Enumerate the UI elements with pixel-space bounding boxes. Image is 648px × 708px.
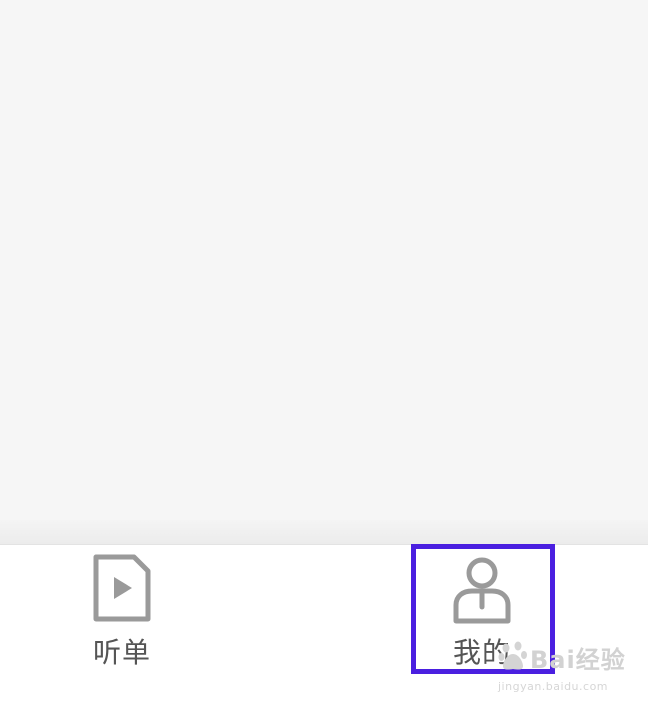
play-document-icon (93, 554, 151, 622)
user-profile-icon (453, 557, 511, 624)
tab-listen-label: 听单 (92, 636, 151, 669)
bottom-tab-bar: 听单 我的 (0, 545, 648, 708)
tab-mine-label: 我的 (452, 636, 511, 669)
tab-bar-divider (0, 520, 648, 545)
tab-mine[interactable]: 我的 (402, 545, 562, 685)
content-area (0, 0, 648, 520)
tab-listen[interactable]: 听单 (42, 545, 202, 685)
